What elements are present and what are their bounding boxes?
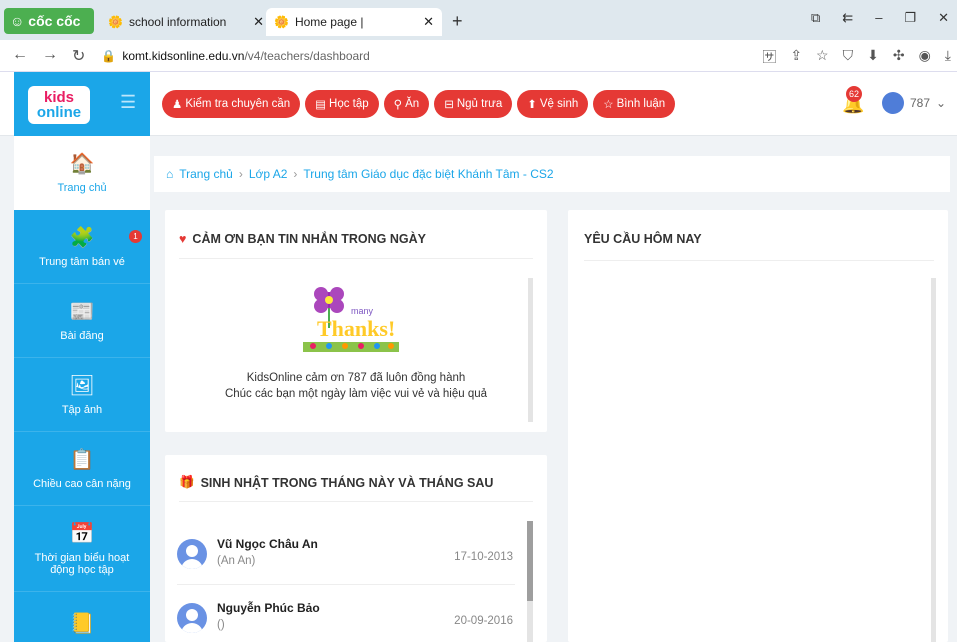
extensions-icon[interactable]: ✣ (893, 47, 905, 67)
back-arrow-icon[interactable]: ⇇ (842, 10, 853, 26)
scrollbar[interactable] (528, 278, 533, 422)
browser-tabbar: ☺ cốc cốc 🌼 school information ✕ 🌼 Home … (0, 0, 957, 40)
forward-icon[interactable]: → (42, 46, 58, 66)
book-icon: ▤ (315, 99, 327, 111)
home-outline-icon: ⌂ (166, 167, 174, 181)
url-field[interactable]: komt.kidsonline.edu.vn/v4/teachers/dashb… (122, 49, 370, 63)
hygiene-button[interactable]: ⬆ Vệ sinh (517, 90, 589, 118)
calendar-icon: 📅 (69, 523, 95, 545)
sidebar-item-ticket-center[interactable]: 🧩 Trung tâm bán vé 1 (14, 210, 150, 284)
download-icon[interactable]: ⬇ (867, 47, 879, 67)
address-bar: ← → ↻ 🔒 komt.kidsonline.edu.vn/v4/teache… (0, 40, 957, 72)
bed-icon: ⊟ (444, 99, 454, 111)
meal-button[interactable]: ⚲ Ăn (383, 90, 430, 118)
sidebar-item-schedule[interactable]: 📅 Thời gian biểu hoạt động học tập (14, 506, 150, 592)
requests-card: YÊU CẦU HÔM NAY (568, 210, 948, 642)
photo-icon: 🖼 (69, 375, 95, 397)
close-icon[interactable]: ✕ (253, 14, 264, 30)
downloads-icon[interactable]: ⤓ (945, 47, 951, 67)
share-icon[interactable]: ⇪ (790, 47, 802, 67)
birthday-card: 🎁 SINH NHẬT TRONG THÁNG NÀY VÀ THÁNG SAU… (165, 455, 547, 642)
lock-icon[interactable]: 🔒 (101, 49, 116, 63)
avatar (882, 92, 904, 114)
back-icon[interactable]: ← (12, 46, 28, 66)
study-button[interactable]: ▤ Học tập (305, 90, 379, 118)
list-item[interactable]: Nguyễn Phúc Bảo () 20-09-2016 (177, 593, 515, 642)
shield-icon[interactable]: ⛉ (843, 47, 854, 67)
notification-count: 62 (846, 86, 862, 102)
avatar (177, 539, 207, 569)
new-tab-button[interactable]: + (452, 11, 463, 32)
sidebar: 🏠 Trang chủ 🧩 Trung tâm bán vé 1 📰 Bài đ… (14, 136, 150, 642)
breadcrumb: ⌂ Trang chủ › Lớp A2 › Trung tâm Giáo dụ… (154, 156, 950, 192)
svg-text:many: many (351, 306, 374, 316)
close-window-button[interactable]: ✕ (938, 10, 949, 26)
minimize-button[interactable]: – (875, 10, 882, 26)
scrollbar[interactable] (931, 278, 936, 642)
screenshot-icon[interactable]: ⧉ (811, 10, 820, 26)
breadcrumb-home[interactable]: Trang chủ (179, 167, 233, 181)
profile-icon[interactable]: ◉ (919, 47, 931, 67)
nap-button[interactable]: ⊟ Ngủ trưa (434, 90, 513, 118)
translate-icon[interactable]: 🈂 (762, 47, 776, 67)
person-icon: ♟ (172, 99, 183, 111)
toilet-icon: ⬆ (527, 99, 537, 111)
heart-icon: ♥ (179, 232, 187, 246)
post-icon: 📰 (69, 301, 95, 323)
window-controls: ⧉ ⇇ – ❐ ✕ (811, 10, 949, 26)
comment-button[interactable]: ☆ Bình luận (593, 90, 676, 118)
coccoc-logo[interactable]: ☺ cốc cốc (4, 8, 94, 34)
svg-text:Thanks!: Thanks! (317, 316, 395, 341)
quick-actions: ♟ Kiểm tra chuyên cần ▤ Học tập ⚲ Ăn ⊟ Ngủ t… (162, 90, 676, 118)
tab-home-page[interactable]: 🌼 Home page | ✕ (266, 8, 442, 36)
scrollbar[interactable] (527, 521, 533, 601)
sidebar-item-more[interactable]: 📒 (14, 604, 150, 642)
star-icon: ☆ (603, 99, 614, 111)
ticket-badge: 1 (129, 230, 142, 243)
attendance-button[interactable]: ♟ Kiểm tra chuyên cần (162, 90, 301, 118)
close-icon[interactable]: ✕ (423, 14, 434, 30)
sidebar-item-home[interactable]: 🏠 Trang chủ (14, 136, 150, 210)
avatar (177, 603, 207, 633)
kids-favicon-icon: 🌼 (274, 15, 289, 29)
home-icon: 🏠 (69, 153, 95, 175)
tab-school-information[interactable]: 🌼 school information ✕ (100, 8, 272, 36)
kids-favicon-icon: 🌼 (108, 15, 123, 29)
coccoc-icon: ☺ (10, 13, 25, 29)
breadcrumb-separator: › (293, 167, 298, 181)
many-thanks-image: many Thanks! (303, 287, 399, 352)
utensils-icon: ⚲ (393, 99, 403, 111)
breadcrumb-class[interactable]: Lớp A2 (249, 167, 288, 181)
list-item[interactable]: Vũ Ngọc Châu An (An An) 17-10-2013 (177, 529, 515, 585)
kidsonline-logo[interactable]: kids online (28, 86, 90, 124)
restore-button[interactable]: ❐ (904, 10, 916, 26)
more-icon: 📒 (69, 612, 95, 635)
chevron-down-icon: ⌄ (936, 96, 947, 110)
menu-icon[interactable]: ☰ (120, 92, 136, 113)
user-menu[interactable]: 787 ⌄ (882, 92, 946, 114)
reload-icon[interactable]: ↻ (72, 46, 85, 66)
breadcrumb-separator: › (238, 167, 243, 181)
thanks-card: ♥ CẢM ƠN BẠN TIN NHẮN TRONG NGÀY many Th… (165, 210, 547, 432)
sidebar-item-albums[interactable]: 🖼 Tập ảnh (14, 358, 150, 432)
sidebar-item-posts[interactable]: 📰 Bài đăng (14, 284, 150, 358)
gift-icon: 🎁 (179, 475, 195, 489)
sidebar-item-height-weight[interactable]: 📋 Chiều cao cân nặng (14, 432, 150, 506)
ticket-icon: 🧩 (69, 227, 95, 249)
scale-icon: 📋 (69, 449, 95, 471)
breadcrumb-center[interactable]: Trung tâm Giáo dục đặc biệt Khánh Tâm - … (303, 167, 553, 181)
bookmark-star-icon[interactable]: ☆ (816, 47, 829, 67)
